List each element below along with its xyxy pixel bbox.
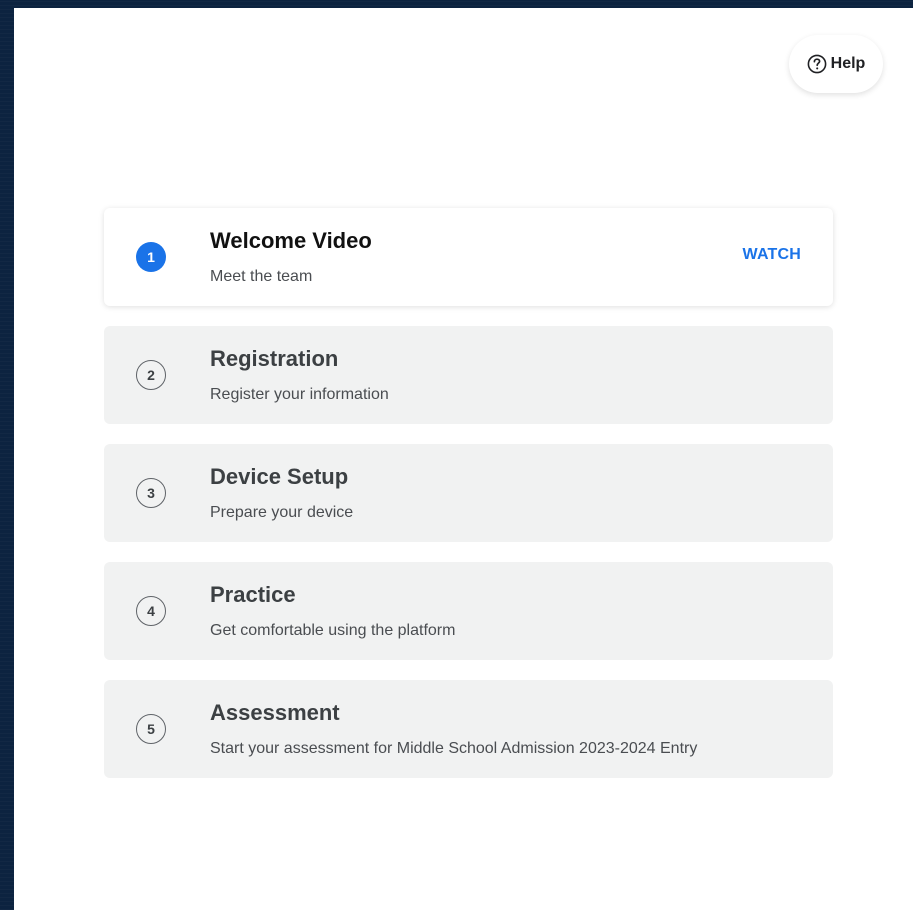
step-subtitle: Meet the team xyxy=(210,268,313,285)
main-panel: Help 1 Welcome Video Meet the team WATCH… xyxy=(14,8,913,910)
step-practice[interactable]: 4 Practice Get comfortable using the pla… xyxy=(104,562,833,660)
step-subtitle: Prepare your device xyxy=(210,504,354,521)
step-subtitle: Start your assessment for Middle School … xyxy=(210,740,698,757)
step-assessment[interactable]: 5 Assessment Start your assessment for M… xyxy=(104,680,833,778)
watch-button[interactable]: WATCH xyxy=(743,246,801,264)
step-title: Practice xyxy=(210,582,296,607)
step-device-setup[interactable]: 3 Device Setup Prepare your device xyxy=(104,444,833,542)
step-welcome-video[interactable]: 1 Welcome Video Meet the team WATCH xyxy=(104,208,833,306)
step-subtitle: Register your information xyxy=(210,386,389,403)
step-number-badge: 4 xyxy=(136,596,166,626)
help-label: Help xyxy=(830,55,866,72)
step-title: Device Setup xyxy=(210,464,349,489)
step-title: Welcome Video xyxy=(210,228,372,253)
step-title: Registration xyxy=(210,346,339,371)
step-number-badge: 2 xyxy=(136,360,166,390)
step-number-badge: 3 xyxy=(136,478,166,508)
step-title: Assessment xyxy=(210,700,340,725)
step-number-badge: 1 xyxy=(136,242,166,272)
step-registration[interactable]: 2 Registration Register your information xyxy=(104,326,833,424)
question-circle-icon xyxy=(807,54,827,74)
step-subtitle: Get comfortable using the platform xyxy=(210,622,456,639)
help-button[interactable]: Help xyxy=(789,35,883,93)
step-number-badge: 5 xyxy=(136,714,166,744)
onboarding-steps-list: 1 Welcome Video Meet the team WATCH 2 Re… xyxy=(104,208,833,798)
